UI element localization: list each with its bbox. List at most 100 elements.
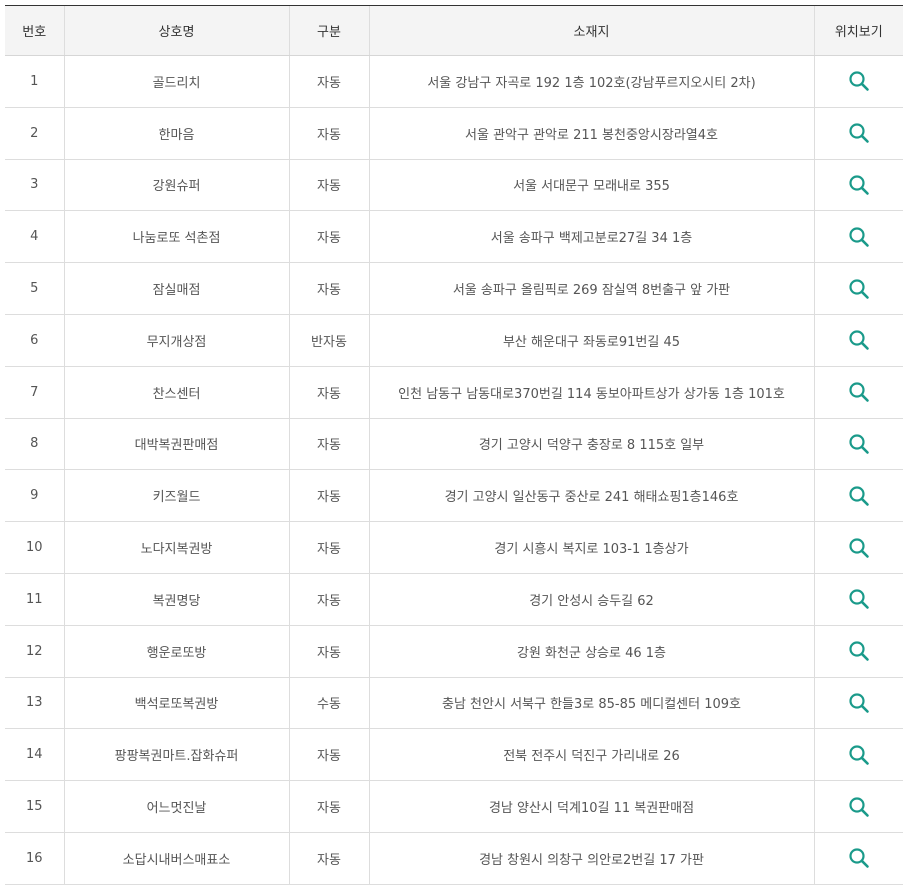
table-row: 10 노다지복권방 자동 경기 시흥시 복지로 103-1 1층상가 [5, 521, 903, 574]
view-location-button[interactable] [848, 537, 870, 559]
store-address: 경남 창원시 의창구 의안로2번길 17 가판 [368, 832, 814, 885]
store-type: 자동 [288, 832, 369, 885]
store-name: 행운로또방 [63, 625, 289, 678]
store-address: 충남 천안시 서북구 한들3로 85-85 메디컬센터 109호 [368, 677, 814, 730]
header-address: 소재지 [368, 5, 814, 56]
row-number: 16 [5, 832, 64, 885]
header-name: 상호명 [63, 5, 289, 56]
store-address: 경남 양산시 덕계10길 11 복권판매점 [368, 780, 814, 833]
table-row: 8 대박복권판매점 자동 경기 고양시 덕양구 충장로 8 115호 일부 [5, 418, 903, 471]
store-address: 부산 해운대구 좌동로91번길 45 [368, 314, 814, 367]
store-address: 경기 고양시 일산동구 중산로 241 해태쇼핑1층146호 [368, 469, 814, 523]
store-name: 소답시내버스매표소 [63, 832, 289, 885]
row-number: 14 [5, 728, 64, 782]
row-number: 4 [5, 210, 64, 264]
store-type: 자동 [288, 366, 369, 419]
map-cell [813, 573, 903, 626]
store-type: 자동 [288, 262, 369, 315]
store-address: 서울 강남구 자곡로 192 1층 102호(강남푸르지오시티 2차) [368, 55, 814, 108]
store-address: 서울 관악구 관악로 211 봉천중앙시장라열4호 [368, 107, 814, 160]
view-location-button[interactable] [848, 278, 870, 300]
store-name: 골드리치 [63, 55, 289, 108]
row-number: 1 [5, 55, 64, 108]
store-type: 자동 [288, 780, 369, 833]
search-icon [849, 589, 869, 610]
store-address: 경기 안성시 승두길 62 [368, 573, 814, 626]
view-location-button[interactable] [848, 692, 870, 714]
table-header: 번호 상호명 구분 소재지 위치보기 [5, 5, 903, 56]
search-icon [849, 796, 869, 817]
store-type: 자동 [288, 469, 369, 523]
store-type: 자동 [288, 107, 369, 160]
store-address: 전북 전주시 덕진구 가리내로 26 [368, 728, 814, 782]
search-icon [849, 434, 869, 454]
table-row: 3 강원슈퍼 자동 서울 서대문구 모래내로 355 [5, 159, 903, 212]
view-location-button[interactable] [848, 381, 870, 403]
store-name: 한마음 [63, 107, 289, 160]
view-location-button[interactable] [848, 744, 870, 766]
store-type: 자동 [288, 625, 369, 678]
table-row: 15 어느멋진날 자동 경남 양산시 덕계10길 11 복권판매점 [5, 780, 903, 833]
view-location-button[interactable] [848, 226, 870, 248]
store-list-table: 번호 상호명 구분 소재지 위치보기 1 골드리치 자동 서울 강남구 자곡로 192… [5, 5, 903, 885]
search-icon [849, 537, 869, 558]
search-icon [849, 227, 869, 247]
view-location-button[interactable] [848, 485, 870, 507]
view-location-button[interactable] [848, 796, 870, 818]
header-map: 위치보기 [813, 5, 903, 56]
store-type: 반자동 [288, 314, 369, 367]
search-icon [849, 848, 869, 869]
store-type: 수동 [288, 677, 369, 730]
store-name: 복권명당 [63, 573, 289, 626]
search-icon [849, 745, 869, 765]
row-number: 6 [5, 314, 64, 367]
map-cell [813, 366, 903, 419]
map-cell [813, 314, 903, 367]
view-location-button[interactable] [848, 847, 870, 869]
map-cell [813, 210, 903, 264]
store-name: 강원슈퍼 [63, 159, 289, 212]
store-type: 자동 [288, 573, 369, 626]
row-number: 10 [5, 521, 64, 574]
table-row: 14 팡팡복권마트.잡화슈퍼 자동 전북 전주시 덕진구 가리내로 26 [5, 728, 903, 782]
map-cell [813, 262, 903, 315]
row-number: 2 [5, 107, 64, 160]
header-no: 번호 [5, 5, 64, 56]
store-name: 무지개상점 [63, 314, 289, 367]
search-icon [849, 486, 869, 506]
table-row: 6 무지개상점 반자동 부산 해운대구 좌동로91번길 45 [5, 314, 903, 367]
table-row: 7 찬스센터 자동 인천 남동구 남동대로370번길 114 동보아파트상가 상가동 … [5, 366, 903, 419]
store-type: 자동 [288, 418, 369, 471]
table-row: 11 복권명당 자동 경기 안성시 승두길 62 [5, 573, 903, 626]
store-type: 자동 [288, 521, 369, 574]
search-icon [849, 175, 869, 195]
view-location-button[interactable] [848, 122, 870, 144]
header-row: 번호 상호명 구분 소재지 위치보기 [5, 5, 903, 56]
table-row: 2 한마음 자동 서울 관악구 관악로 211 봉천중앙시장라열4호 [5, 107, 903, 160]
row-number: 9 [5, 469, 64, 523]
store-type: 자동 [288, 728, 369, 782]
map-cell [813, 521, 903, 574]
row-number: 13 [5, 677, 64, 730]
map-cell [813, 107, 903, 160]
store-type: 자동 [288, 159, 369, 212]
view-location-button[interactable] [848, 433, 870, 455]
map-cell [813, 677, 903, 730]
table-row: 12 행운로또방 자동 강원 화천군 상승로 46 1층 [5, 625, 903, 678]
map-cell [813, 159, 903, 212]
view-location-button[interactable] [848, 174, 870, 196]
view-location-button[interactable] [848, 329, 870, 351]
store-address: 서울 서대문구 모래내로 355 [368, 159, 814, 212]
row-number: 5 [5, 262, 64, 315]
table-body: 1 골드리치 자동 서울 강남구 자곡로 192 1층 102호(강남푸르지오시티 2… [5, 55, 903, 885]
table-row: 16 소답시내버스매표소 자동 경남 창원시 의창구 의안로2번길 17 가판 [5, 832, 903, 885]
map-cell [813, 832, 903, 885]
view-location-button[interactable] [848, 588, 870, 610]
store-type: 자동 [288, 55, 369, 108]
row-number: 11 [5, 573, 64, 626]
view-location-button[interactable] [848, 640, 870, 662]
view-location-button[interactable] [848, 70, 870, 92]
store-table-container: 번호 상호명 구분 소재지 위치보기 1 골드리치 자동 서울 강남구 자곡로 192… [5, 5, 903, 885]
map-cell [813, 780, 903, 833]
store-address: 인천 남동구 남동대로370번길 114 동보아파트상가 상가동 1층 101호 [368, 366, 814, 419]
